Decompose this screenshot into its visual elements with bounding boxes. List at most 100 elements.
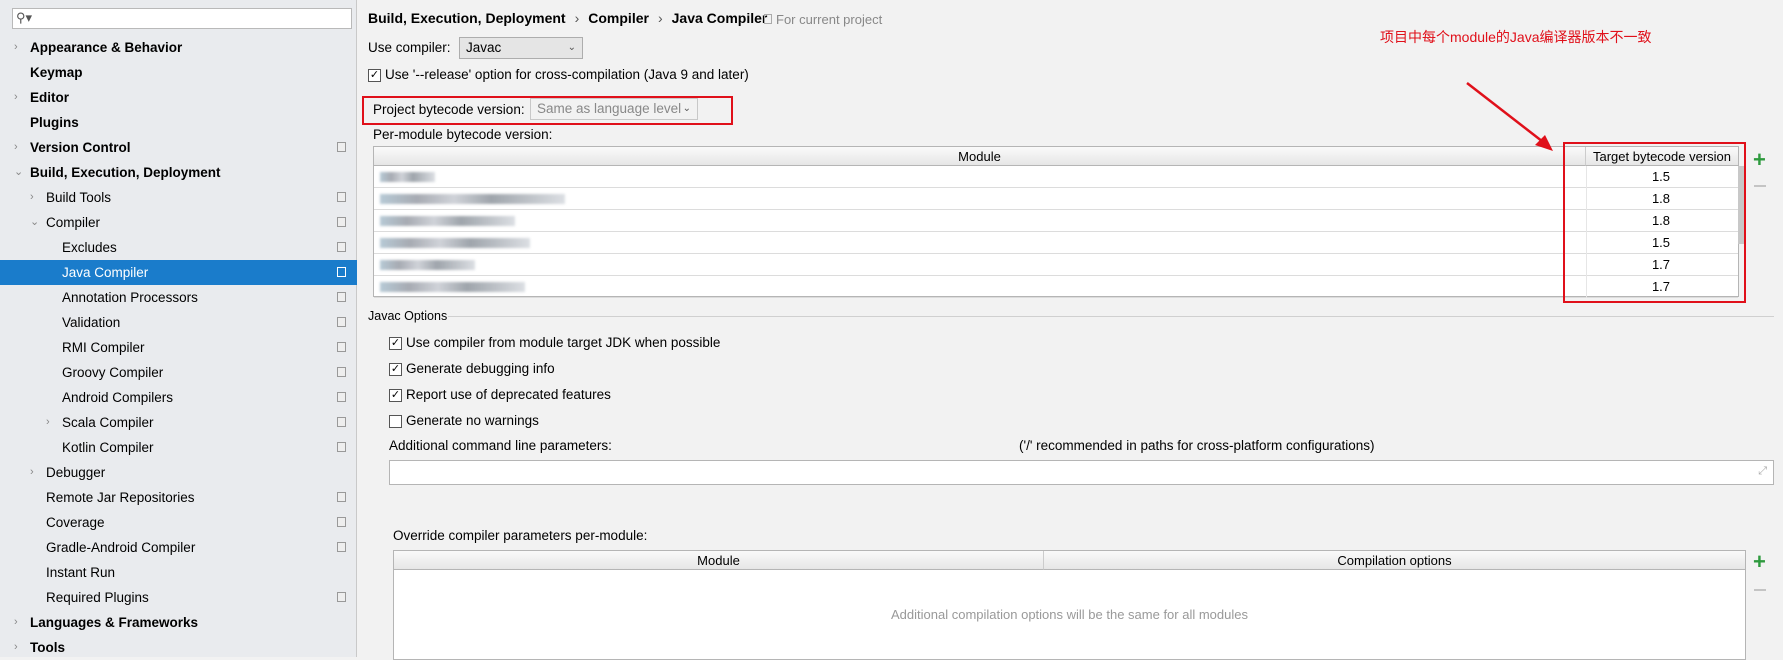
table-row[interactable]: 1.5 xyxy=(374,166,1738,188)
sidebar-item[interactable]: ⌄ Build, Execution, Deployment xyxy=(0,160,357,185)
sidebar-item-label: Build, Execution, Deployment xyxy=(30,165,221,180)
sidebar-item[interactable]: › Tools xyxy=(0,635,357,660)
sidebar-item[interactable]: Coverage xyxy=(0,510,357,535)
sidebar-item-label: Languages & Frameworks xyxy=(30,615,199,630)
sidebar-item[interactable]: Excludes xyxy=(0,235,357,260)
annotation-arrow xyxy=(1466,82,1553,151)
expand-icon[interactable]: ⤢ xyxy=(1758,465,1767,478)
sidebar-item[interactable]: ⌄ Compiler xyxy=(0,210,357,235)
option-label: Report use of deprecated features xyxy=(406,387,611,402)
table-row[interactable]: 1.7 xyxy=(374,254,1738,276)
per-module-table: Module Target bytecode version 1.5 1.8 1.8… xyxy=(373,146,1744,298)
chevron-right-icon[interactable]: › xyxy=(14,135,18,160)
option-checkbox[interactable]: ✓ xyxy=(389,389,402,402)
sidebar-item[interactable]: Kotlin Compiler xyxy=(0,435,357,460)
chevron-right-icon[interactable]: › xyxy=(14,610,18,635)
sidebar-item-label: Appearance & Behavior xyxy=(30,40,183,55)
sidebar-item[interactable]: Instant Run xyxy=(0,560,357,585)
chevron-down-icon: ⌄ xyxy=(682,103,691,114)
project-settings-icon xyxy=(337,492,346,502)
chevron-down-icon: ⌄ xyxy=(567,42,576,53)
breadcrumb-item[interactable]: Compiler xyxy=(588,10,649,26)
release-option-checkbox[interactable]: ✓ xyxy=(368,69,381,82)
chevron-down-icon[interactable]: ⌄ xyxy=(30,210,39,235)
sidebar-item[interactable]: › Appearance & Behavior xyxy=(0,35,357,60)
chevron-right-icon[interactable]: › xyxy=(30,185,34,210)
sidebar-item[interactable]: › Languages & Frameworks xyxy=(0,610,357,635)
sidebar-item-label: Editor xyxy=(30,90,69,105)
sidebar-item[interactable]: › Editor xyxy=(0,85,357,110)
sidebar-item[interactable]: Annotation Processors xyxy=(0,285,357,310)
breadcrumb-item[interactable]: Build, Execution, Deployment xyxy=(368,10,566,26)
sidebar-item-label: Annotation Processors xyxy=(62,290,198,305)
table-row[interactable]: 1.8 xyxy=(374,188,1738,210)
sidebar-item-label: Remote Jar Repositories xyxy=(46,490,195,505)
sidebar-item[interactable]: Groovy Compiler xyxy=(0,360,357,385)
chevron-right-icon[interactable]: › xyxy=(14,35,18,60)
module-name-blurred xyxy=(380,260,475,270)
search-input[interactable]: ⚲▾ xyxy=(12,8,352,29)
sidebar-item-label: Groovy Compiler xyxy=(62,365,164,380)
compiler-dropdown[interactable]: Javac ⌄ xyxy=(459,37,583,59)
sidebar-item[interactable]: Android Compilers xyxy=(0,385,357,410)
project-settings-icon xyxy=(337,192,346,202)
chevron-down-icon[interactable]: ⌄ xyxy=(14,160,23,185)
javac-options-title: Javac Options xyxy=(368,309,448,323)
sidebar-item[interactable]: › Build Tools xyxy=(0,185,357,210)
project-settings-icon xyxy=(337,242,346,252)
sidebar-item[interactable]: Gradle-Android Compiler xyxy=(0,535,357,560)
breadcrumb-item: Java Compiler xyxy=(671,10,768,26)
project-settings-icon xyxy=(337,367,346,377)
sidebar-item-label: Android Compilers xyxy=(62,390,174,405)
sidebar-item[interactable]: › Version Control xyxy=(0,135,357,160)
add-icon[interactable]: + xyxy=(1753,149,1766,171)
option-checkbox[interactable]: ✓ xyxy=(389,337,402,350)
option-label: Use compiler from module target JDK when… xyxy=(406,335,721,350)
option-label: Generate debugging info xyxy=(406,361,555,376)
column-header-compilation-options[interactable]: Compilation options xyxy=(1044,551,1745,570)
for-current-project-text: For current project xyxy=(776,12,883,27)
release-option-label: Use '--release' option for cross-compila… xyxy=(385,67,749,82)
sidebar-item[interactable]: › Debugger xyxy=(0,460,357,485)
add-icon[interactable]: + xyxy=(1753,551,1766,573)
sidebar-item-label: Keymap xyxy=(30,65,83,80)
remove-icon[interactable] xyxy=(1754,185,1766,187)
project-bytecode-dropdown[interactable]: Same as language level ⌄ xyxy=(530,98,698,120)
option-checkbox[interactable]: ✓ xyxy=(389,363,402,376)
sidebar-item-label: Tools xyxy=(30,640,65,655)
project-settings-icon xyxy=(337,542,346,552)
column-header-module[interactable]: Module xyxy=(394,551,1044,570)
sidebar-item[interactable]: Java Compiler xyxy=(0,260,357,285)
sidebar-item[interactable]: Validation xyxy=(0,310,357,335)
sidebar-item[interactable]: Remote Jar Repositories xyxy=(0,485,357,510)
sidebar-item[interactable]: Keymap xyxy=(0,60,357,85)
option-checkbox[interactable] xyxy=(389,415,402,428)
empty-table-text: Additional compilation options will be t… xyxy=(891,607,1248,622)
use-compiler-label: Use compiler: xyxy=(368,40,451,55)
table-row[interactable]: 1.8 xyxy=(374,210,1738,232)
sidebar-item[interactable]: RMI Compiler xyxy=(0,335,357,360)
sidebar-item[interactable]: › Scala Compiler xyxy=(0,410,357,435)
chevron-right-icon[interactable]: › xyxy=(30,460,34,485)
sidebar-item-label: Coverage xyxy=(46,515,105,530)
project-scope-label: For current project xyxy=(764,12,882,27)
sidebar-item[interactable]: Plugins xyxy=(0,110,357,135)
additional-params-input[interactable]: ⤢ xyxy=(389,460,1774,485)
table-row[interactable]: 1.5 xyxy=(374,232,1738,254)
sidebar-item-label: Plugins xyxy=(30,115,79,130)
remove-icon[interactable] xyxy=(1754,589,1766,591)
table-row[interactable]: 1.7 xyxy=(374,276,1738,298)
sidebar-item-label: Java Compiler xyxy=(62,265,149,280)
chevron-right-icon[interactable]: › xyxy=(46,410,50,435)
additional-params-hint: ('/' recommended in paths for cross-plat… xyxy=(1019,438,1375,453)
chevron-right-icon[interactable]: › xyxy=(14,635,18,660)
project-settings-icon xyxy=(337,342,346,352)
module-name-blurred xyxy=(380,194,565,204)
column-header-module[interactable]: Module xyxy=(374,147,1586,166)
sidebar-item-label: Build Tools xyxy=(46,190,112,205)
per-module-label: Per-module bytecode version: xyxy=(373,127,553,142)
sidebar-item-label: Debugger xyxy=(46,465,106,480)
chevron-right-icon[interactable]: › xyxy=(14,85,18,110)
sidebar-item[interactable]: Required Plugins xyxy=(0,585,357,610)
project-settings-icon xyxy=(337,442,346,452)
